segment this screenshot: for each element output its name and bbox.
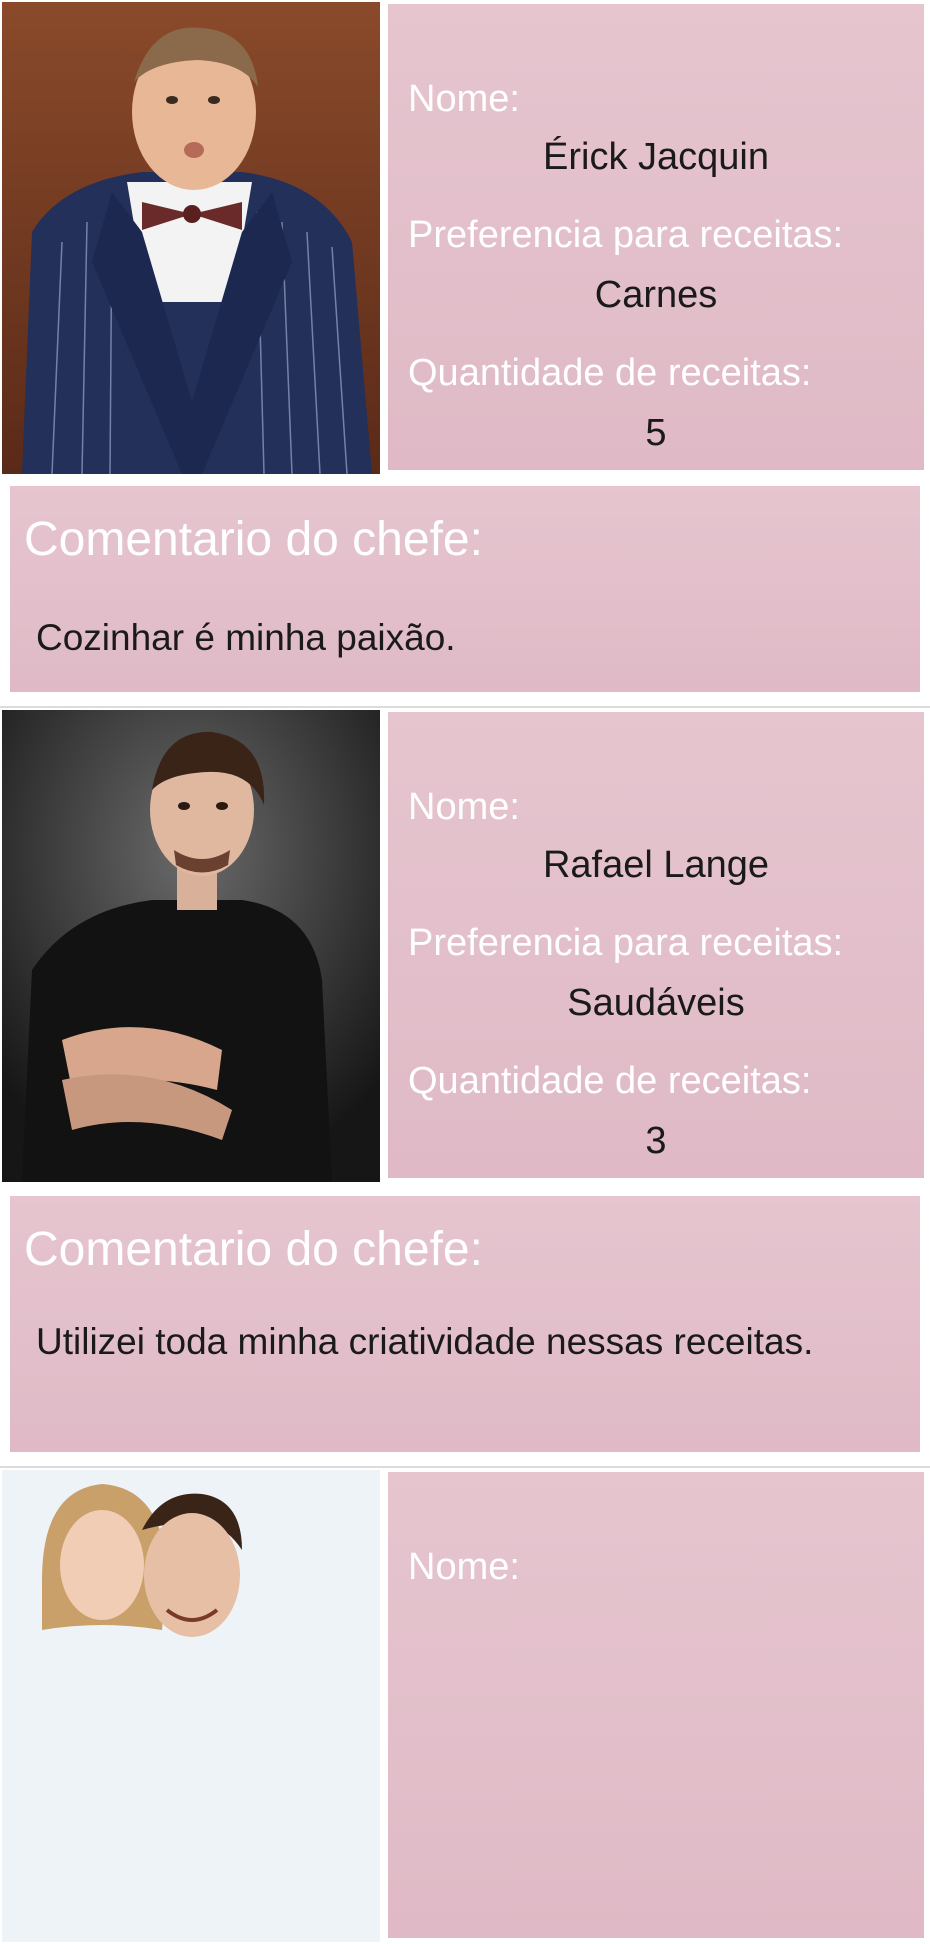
chef-photo-image [2,1470,380,1942]
chef-photo [2,1470,380,1942]
chef-comment-card: Comentario do chefe: Utilizei toda minha… [10,1196,920,1452]
chef-card: Nome: Rafael Lange Preferencia para rece… [0,708,930,1452]
preference-label: Preferencia para receitas: [408,214,844,256]
comment-title: Comentario do chefe: [24,1223,483,1276]
chef-name: Rafael Lange [542,844,770,886]
recipe-count: 5 [645,412,667,454]
quantity-label: Quantidade de receitas: [408,352,812,394]
recipe-count: 3 [645,1120,667,1162]
chef-photo [2,2,380,474]
chef-card: Nome: Érick Jacquin Preferencia para rec… [0,0,930,692]
chef-header-row: Nome: [0,1468,930,1944]
chef-list: Nome: Érick Jacquin Preferencia para rec… [0,0,930,1944]
chef-header-row: Nome: Érick Jacquin Preferencia para rec… [0,0,930,476]
chef-info-card: Nome: Érick Jacquin Preferencia para rec… [388,4,924,470]
quantity-label: Quantidade de receitas: [408,1060,812,1102]
comment-title: Comentario do chefe: [24,513,483,566]
name-label: Nome: [408,786,520,828]
divider [0,1452,930,1466]
chef-comment-card: Comentario do chefe: Cozinhar é minha pa… [10,486,920,692]
chef-preference: Saudáveis [567,982,745,1024]
chef-info-card: Nome: [388,1472,924,1938]
chef-card: Nome: [0,1468,930,1944]
preference-label: Preferencia para receitas: [408,922,844,964]
comment-text: Utilizei toda minha criatividade nessas … [36,1321,814,1362]
chef-photo [2,710,380,1182]
comment-text: Cozinhar é minha paixão. [36,617,456,658]
chef-photo-image [2,710,380,1182]
chef-info-card: Nome: Rafael Lange Preferencia para rece… [388,712,924,1178]
chef-photo-image [2,2,380,474]
name-label: Nome: [408,1546,520,1588]
chef-preference: Carnes [594,274,718,316]
chef-header-row: Nome: Rafael Lange Preferencia para rece… [0,708,930,1184]
divider [0,692,930,706]
chef-name: Érick Jacquin [543,136,769,178]
name-label: Nome: [408,78,520,120]
